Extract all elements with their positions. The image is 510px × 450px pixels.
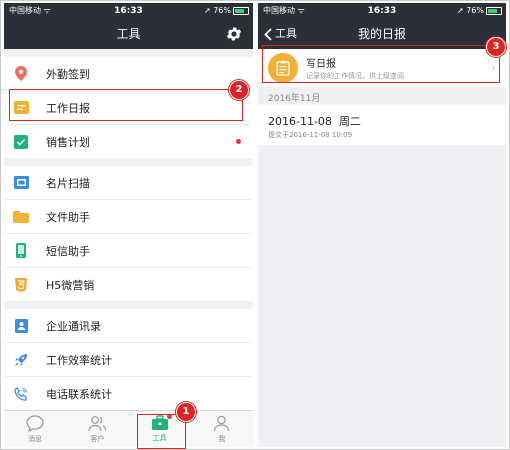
tab-customers[interactable]: 客户 (66, 411, 128, 447)
highlight-write-report (262, 45, 500, 83)
phone-tools-screen: 中国移动 ᯤ 16:33 ➚ 76% 工具 外勤签到 工作日报 销售计划 名片扫… (4, 3, 253, 447)
menu-item-label: 文件助手 (46, 210, 90, 224)
status-bar: 中国移动 ᯤ 16:33 ➚ 76% (4, 3, 253, 19)
menu-item-label: 销售计划 (46, 135, 90, 149)
menu-item-label: 外勤签到 (46, 67, 90, 81)
status-bar: 中国移动 ᯤ 16:33 ➚ 76% (258, 3, 506, 19)
message-icon (26, 415, 44, 432)
menu-item-call-stats[interactable]: 电话联系统计 (4, 377, 253, 410)
highlight-daily-report (9, 89, 243, 121)
rocket-icon (13, 352, 29, 368)
menu-item-card-scan[interactable]: 名片扫描 (4, 166, 253, 200)
menu-item-file-assistant[interactable]: 文件助手 (4, 200, 253, 234)
menu-item-efficiency-stats[interactable]: 工作效率统计 (4, 343, 253, 377)
scan-icon (13, 175, 29, 191)
report-entry[interactable]: 2016-11-08 周二 提交于2016-11-08 10:09 (258, 105, 506, 145)
battery-indicator: ➚ 76% (457, 3, 502, 19)
battery-indicator: ➚ 76% (204, 3, 249, 19)
customers-icon (88, 416, 107, 432)
checklist-icon (13, 134, 29, 150)
entry-weekday: 周二 (338, 115, 361, 128)
profile-icon (214, 415, 230, 432)
entry-date: 2016-11-08 周二 (268, 115, 361, 128)
nav-bar: 中国移动 ᯤ 16:33 ➚ 76% 工具 我的日报 (258, 3, 506, 49)
gear-icon[interactable] (225, 25, 243, 43)
contacts-icon (13, 318, 29, 334)
menu-item-label: 短信助手 (46, 244, 90, 258)
callout-badge-1: 1 (176, 402, 196, 422)
menu-item-sms-assistant[interactable]: 短信助手 (4, 234, 253, 268)
month-header: 2016年11月 (268, 94, 321, 104)
tab-messages[interactable]: 消息 (4, 411, 66, 447)
callout-badge-3: 3 (486, 37, 506, 57)
battery-icon (233, 6, 249, 15)
page-title: 我的日报 (357, 27, 406, 41)
menu-item-label: 企业通讯录 (46, 319, 101, 333)
battery-icon (486, 6, 502, 15)
screenshot-canvas: 中国移动 ᯤ 16:33 ➚ 76% 工具 外勤签到 工作日报 销售计划 名片扫… (0, 0, 510, 450)
entry-submitted-time: 提交于2016-11-08 10:09 (268, 131, 353, 139)
location-pin-icon (13, 66, 29, 82)
menu-item-sales-plan[interactable]: 销售计划 (4, 125, 253, 158)
phone-icon (13, 243, 29, 259)
tab-me[interactable]: 我 (191, 411, 253, 447)
tab-label: 客户 (90, 435, 105, 443)
menu-item-label: 电话联系统计 (46, 387, 112, 401)
menu-item-h5-marketing[interactable]: H5微营销 (4, 268, 253, 301)
menu-item-field-checkin[interactable]: 外勤签到 (4, 57, 253, 91)
tab-label: 我 (218, 435, 226, 443)
menu-item-label: H5微营销 (46, 278, 95, 292)
callout-badge-2: 2 (229, 80, 249, 100)
tools-group-2: 名片扫描 文件助手 短信助手 H5微营销 (4, 166, 253, 301)
menu-item-enterprise-contacts[interactable]: 企业通讯录 (4, 309, 253, 343)
menu-item-label: 工作效率统计 (46, 353, 112, 367)
tab-label: 消息 (28, 435, 43, 443)
h5-icon (13, 277, 29, 293)
tools-group-3: 企业通讯录 工作效率统计 电话联系统计 (4, 309, 253, 410)
bottom-tab-bar: 消息 客户 工具 我 (4, 410, 253, 447)
menu-item-label: 名片扫描 (46, 176, 90, 190)
folder-icon (13, 209, 29, 225)
page-title: 工具 (116, 27, 141, 41)
nav-bar: 中国移动 ᯤ 16:33 ➚ 76% 工具 (4, 3, 253, 49)
call-icon (13, 386, 29, 402)
notification-dot (236, 139, 241, 144)
